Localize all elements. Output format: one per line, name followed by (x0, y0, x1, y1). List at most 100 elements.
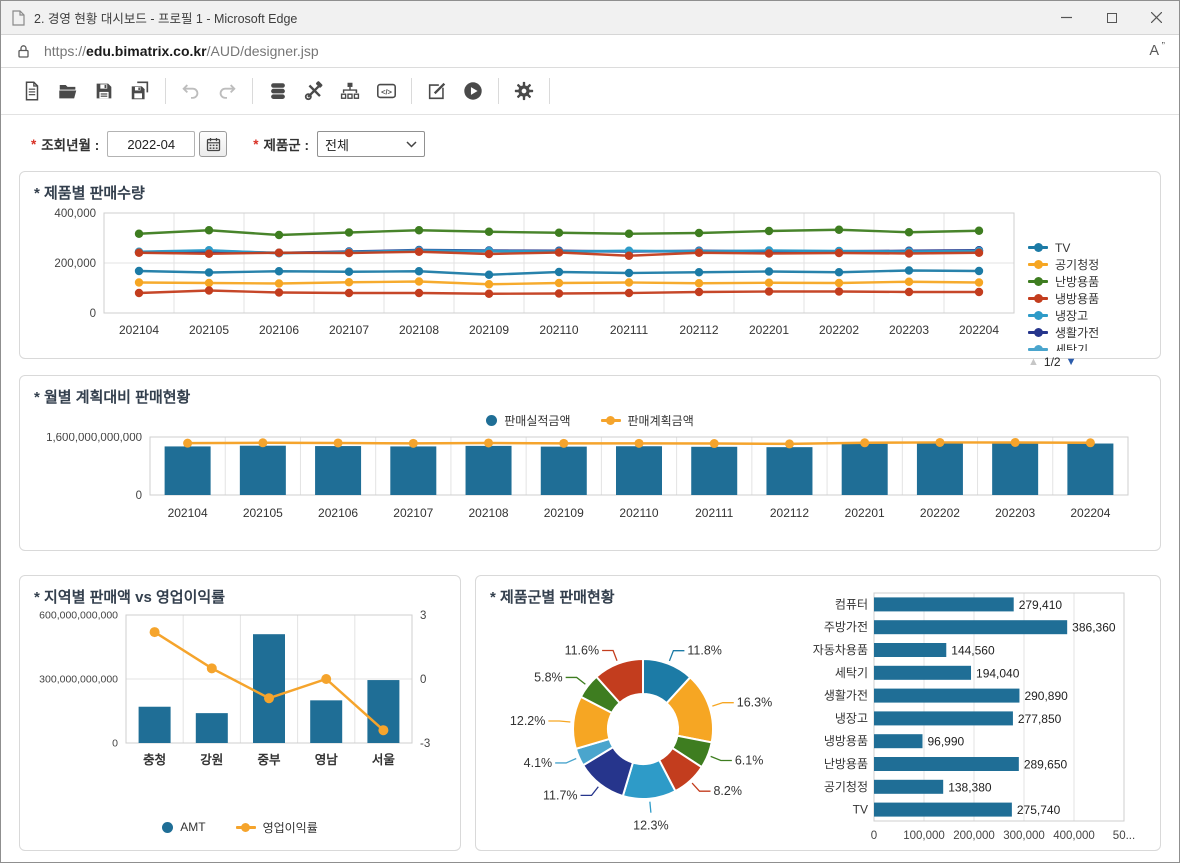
data-point[interactable] (414, 267, 424, 276)
save-button[interactable] (86, 73, 122, 109)
bar[interactable] (465, 445, 512, 495)
data-point[interactable] (554, 278, 564, 288)
bar[interactable] (874, 620, 1068, 635)
data-point[interactable] (344, 228, 354, 237)
data-point[interactable] (624, 251, 634, 260)
redo-button[interactable] (209, 73, 245, 109)
legend-item[interactable]: 세탁기 (1028, 341, 1146, 351)
bar[interactable] (874, 643, 947, 657)
bar[interactable] (916, 442, 963, 495)
data-point[interactable] (414, 277, 424, 286)
data-point[interactable] (1010, 437, 1020, 447)
legend-item[interactable]: 공기청정 (1028, 256, 1146, 273)
data-point[interactable] (554, 248, 564, 257)
calendar-button[interactable] (199, 131, 228, 157)
data-point[interactable] (694, 248, 704, 257)
data-point[interactable] (484, 289, 494, 298)
legend-item[interactable]: 영업이익률 (235, 818, 318, 836)
data-point[interactable] (1085, 438, 1095, 448)
legend-page-up-button[interactable]: ▲ (1028, 356, 1039, 368)
data-point[interactable] (559, 438, 569, 448)
data-point[interactable] (624, 288, 634, 298)
data-point[interactable] (274, 288, 284, 297)
save-as-button[interactable] (122, 73, 158, 109)
data-point[interactable] (974, 226, 984, 235)
data-point[interactable] (183, 438, 193, 448)
data-point[interactable] (834, 248, 844, 258)
code-editor-button[interactable]: </> (368, 73, 404, 109)
legend-item[interactable]: 난방용품 (1028, 273, 1146, 290)
data-point[interactable] (274, 248, 284, 257)
data-point[interactable] (834, 268, 844, 277)
bar[interactable] (874, 665, 972, 680)
data-point[interactable] (764, 267, 774, 276)
legend-item[interactable]: 생활가전 (1028, 324, 1146, 341)
bar[interactable] (874, 688, 1020, 703)
data-point[interactable] (149, 627, 160, 638)
data-point[interactable] (204, 278, 214, 288)
data-point[interactable] (414, 247, 424, 256)
data-point[interactable] (784, 439, 794, 449)
bar[interactable] (874, 779, 944, 794)
read-aloud-icon[interactable]: A” (1149, 41, 1165, 59)
bar[interactable] (992, 443, 1039, 495)
data-point[interactable] (834, 225, 844, 234)
bar[interactable] (874, 802, 1012, 817)
data-point[interactable] (624, 229, 634, 238)
data-point[interactable] (764, 226, 774, 236)
data-point[interactable] (274, 230, 284, 240)
undo-button[interactable] (173, 73, 209, 109)
settings-button[interactable] (506, 73, 542, 109)
bar[interactable] (253, 634, 285, 743)
bar[interactable] (874, 757, 1019, 771)
data-point[interactable] (624, 268, 634, 278)
date-input[interactable] (107, 131, 196, 157)
tools-button[interactable] (296, 73, 332, 109)
edit-button[interactable] (419, 73, 455, 109)
data-point[interactable] (333, 438, 343, 448)
bar[interactable] (616, 446, 662, 495)
bar[interactable] (874, 734, 923, 749)
data-point[interactable] (134, 248, 144, 257)
data-point[interactable] (484, 438, 494, 448)
data-point[interactable] (974, 278, 984, 287)
data-point[interactable] (484, 249, 494, 259)
data-point[interactable] (904, 287, 914, 297)
data-point[interactable] (634, 438, 644, 448)
data-point[interactable] (204, 226, 214, 235)
maximize-button[interactable] (1089, 1, 1134, 34)
data-point[interactable] (484, 270, 494, 279)
data-point[interactable] (134, 266, 144, 276)
data-point[interactable] (764, 287, 774, 296)
data-point[interactable] (484, 227, 494, 236)
data-point[interactable] (134, 288, 144, 298)
data-point[interactable] (274, 267, 284, 276)
bar[interactable] (1067, 443, 1114, 495)
database-button[interactable] (260, 73, 296, 109)
bar[interactable] (164, 446, 211, 495)
data-point[interactable] (344, 288, 354, 298)
data-point[interactable] (554, 267, 564, 277)
legend-item[interactable]: 판매실적금액 (486, 411, 571, 429)
bar[interactable] (138, 706, 171, 743)
data-point[interactable] (935, 437, 945, 447)
close-button[interactable] (1134, 1, 1179, 34)
data-point[interactable] (344, 278, 354, 287)
data-point[interactable] (860, 438, 870, 448)
address-url[interactable]: https://edu.bimatrix.co.kr/AUD/designer.… (44, 43, 1149, 59)
product-select[interactable]: 전체 (316, 131, 425, 157)
bar[interactable] (691, 446, 738, 495)
data-point[interactable] (414, 288, 424, 298)
data-point[interactable] (764, 278, 774, 287)
bar[interactable] (766, 447, 813, 495)
bar[interactable] (315, 446, 362, 495)
data-point[interactable] (134, 229, 144, 238)
legend-item[interactable]: TV (1028, 239, 1146, 256)
data-point[interactable] (904, 249, 914, 258)
data-point[interactable] (554, 289, 564, 298)
data-point[interactable] (321, 674, 332, 684)
data-point[interactable] (974, 287, 984, 297)
lock-icon[interactable] (17, 44, 30, 59)
data-point[interactable] (204, 268, 214, 277)
data-point[interactable] (344, 267, 354, 276)
